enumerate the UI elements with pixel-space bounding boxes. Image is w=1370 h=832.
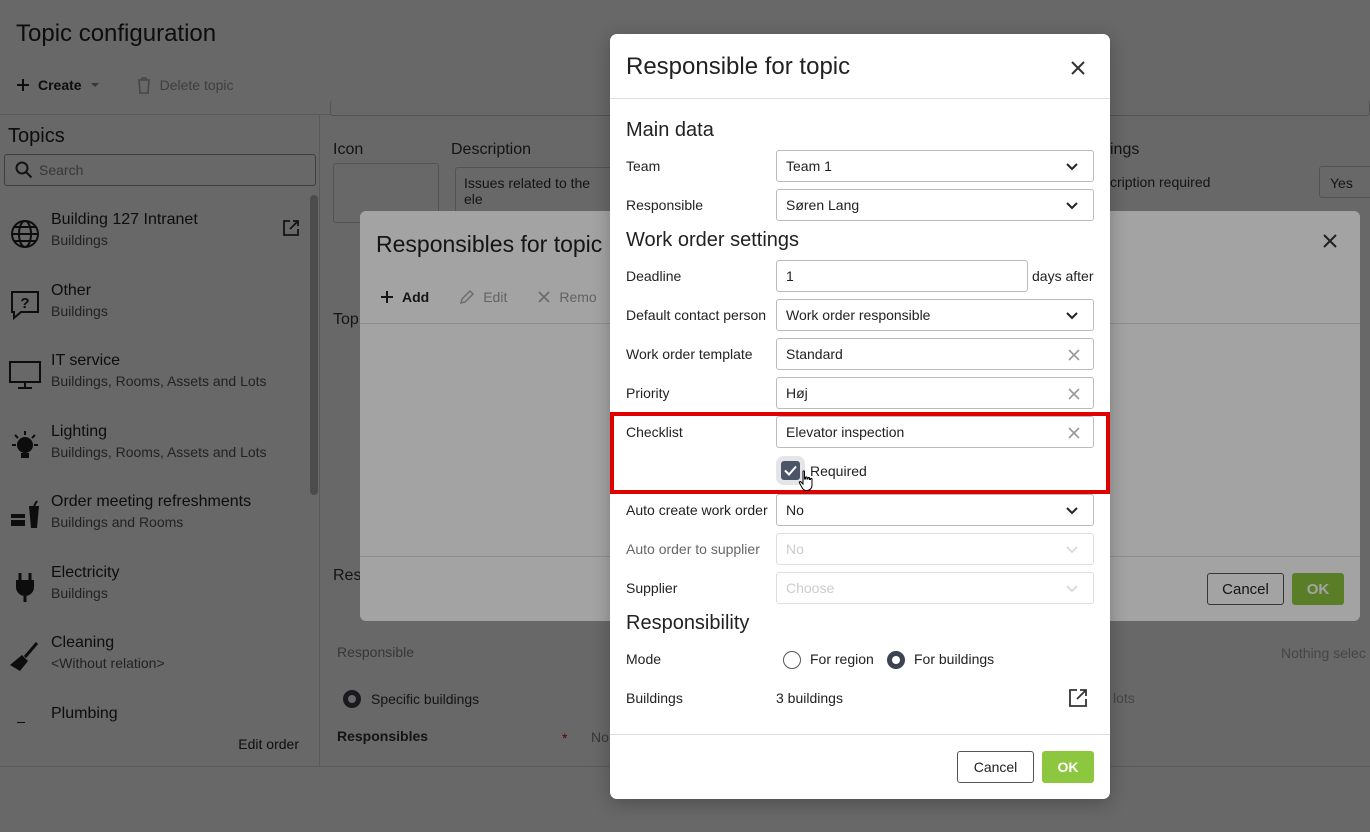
priority-value: Høj: [786, 385, 808, 401]
supplier-placeholder: Choose: [786, 580, 835, 596]
team-value: Team 1: [786, 158, 832, 174]
days-after-label: days after: [1032, 268, 1094, 284]
supplier-select[interactable]: Choose: [776, 572, 1094, 604]
supplier-label: Supplier: [626, 580, 678, 596]
clear-icon[interactable]: [1067, 387, 1081, 401]
default-contact-label: Default contact person: [626, 307, 767, 323]
team-select[interactable]: Team 1: [776, 150, 1094, 182]
responsible-label: Responsible: [626, 197, 704, 213]
chevron-down-icon: [1066, 546, 1078, 554]
external-link-icon[interactable]: [1068, 688, 1088, 713]
dialog-title: Responsible for topic: [626, 53, 851, 80]
auto-create-value: No: [786, 502, 804, 518]
work-order-settings-heading: Work order settings: [626, 229, 800, 251]
auto-order-value: No: [786, 541, 804, 557]
for-buildings-label: For buildings: [914, 651, 995, 667]
deadline-label: Deadline: [626, 268, 682, 284]
team-label: Team: [626, 158, 661, 174]
priority-label: Priority: [626, 385, 670, 401]
deadline-value: 1: [786, 268, 794, 284]
for-region-label: For region: [810, 651, 874, 667]
work-order-template-field[interactable]: Standard: [776, 338, 1094, 370]
default-contact-select[interactable]: Work order responsible: [776, 299, 1094, 331]
cancel-button[interactable]: Cancel: [957, 751, 1034, 783]
clear-icon[interactable]: [1067, 348, 1081, 362]
chevron-down-icon: [1066, 202, 1078, 210]
auto-order-label: Auto order to supplier: [626, 541, 760, 557]
work-order-template-value: Standard: [786, 346, 843, 362]
close-icon[interactable]: [1066, 56, 1090, 80]
chevron-down-icon: [1066, 163, 1078, 171]
ok-button[interactable]: OK: [1042, 751, 1094, 783]
mode-label: Mode: [626, 651, 662, 667]
divider: [610, 734, 1110, 735]
auto-order-select[interactable]: No: [776, 533, 1094, 565]
auto-create-select[interactable]: No: [776, 494, 1094, 526]
buildings-value: 3 buildings: [776, 690, 843, 706]
priority-field[interactable]: Høj: [776, 377, 1094, 409]
deadline-input[interactable]: 1: [776, 260, 1028, 292]
chevron-down-icon: [1066, 507, 1078, 515]
work-order-template-label: Work order template: [626, 346, 753, 362]
main-data-heading: Main data: [626, 119, 714, 141]
chevron-down-icon: [1066, 312, 1078, 320]
default-contact-value: Work order responsible: [786, 307, 931, 323]
chevron-down-icon: [1066, 585, 1078, 593]
responsible-for-topic-dialog: Responsible for topic Main data Team Tea…: [610, 34, 1110, 799]
checklist-highlight-box: [610, 412, 1110, 494]
auto-create-label: Auto create work order: [626, 502, 768, 518]
responsible-select[interactable]: Søren Lang: [776, 189, 1094, 221]
for-region-radio[interactable]: [783, 651, 801, 669]
hand-cursor-icon: [798, 470, 814, 497]
responsibility-heading: Responsibility: [626, 612, 750, 634]
buildings-label: Buildings: [626, 690, 683, 706]
divider: [610, 98, 1110, 99]
responsible-value: Søren Lang: [786, 197, 860, 213]
for-buildings-radio[interactable]: [887, 651, 905, 669]
